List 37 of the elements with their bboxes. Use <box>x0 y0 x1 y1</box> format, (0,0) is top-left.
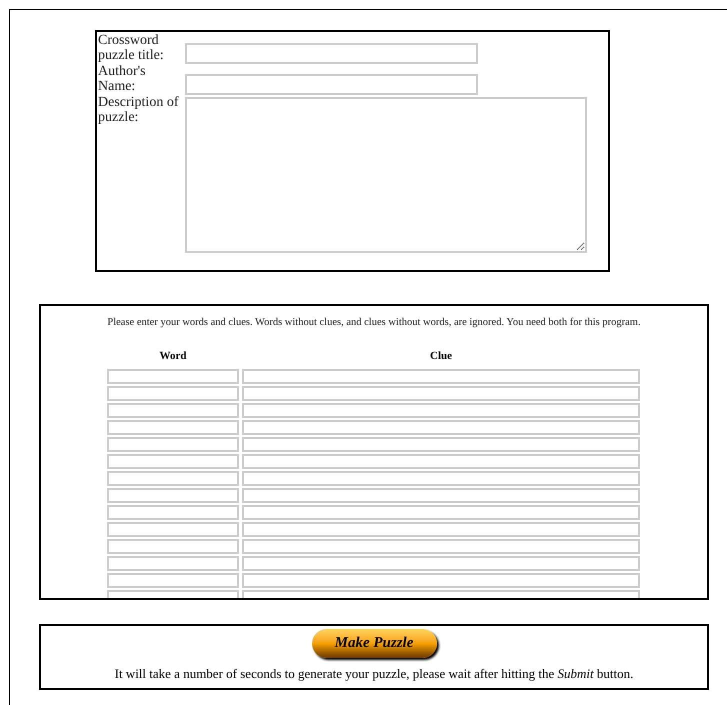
word-field[interactable] <box>107 522 239 537</box>
word-field[interactable] <box>107 436 239 452</box>
field-label: Crossword puzzle title: <box>98 33 165 63</box>
clue-field[interactable] <box>242 386 640 401</box>
word-field[interactable] <box>107 386 239 401</box>
description-field[interactable] <box>185 97 587 253</box>
clue-field[interactable] <box>242 538 640 554</box>
field-label: Author's Name: <box>98 64 147 94</box>
word-field[interactable] <box>107 420 239 435</box>
clue-field[interactable] <box>242 522 640 537</box>
text-field[interactable] <box>185 74 478 95</box>
clue-field[interactable] <box>242 556 640 571</box>
text-field[interactable] <box>185 43 478 64</box>
clue-field[interactable] <box>242 572 640 588</box>
clue-field[interactable] <box>242 436 640 452</box>
word-field[interactable] <box>107 454 239 469</box>
clue-field[interactable] <box>242 402 640 418</box>
wait-note: It will take a number of seconds to generate your puzzle, please wait after hitting the Submit button. <box>114 665 634 683</box>
word-field[interactable] <box>107 572 239 588</box>
word-field[interactable] <box>107 470 239 486</box>
word-field[interactable] <box>107 556 239 571</box>
column-header: Word <box>160 350 186 362</box>
word-field[interactable] <box>107 488 239 503</box>
field-label: Description of puzzle: <box>98 95 180 125</box>
clue-field[interactable] <box>242 368 640 384</box>
clue-field[interactable] <box>242 470 640 486</box>
instructions-text: Please enter your words and clues. Words without clues, and clues without words, are ignored. You need both for this program. <box>107 317 641 328</box>
clue-field[interactable] <box>242 488 640 503</box>
word-field[interactable] <box>107 504 239 520</box>
word-field[interactable] <box>107 402 239 418</box>
word-field[interactable] <box>107 368 239 384</box>
clue-field[interactable] <box>242 504 640 520</box>
word-field[interactable] <box>107 538 239 554</box>
column-header: Clue <box>430 350 452 362</box>
make-puzzle-button[interactable]: Make Puzzle <box>312 629 436 658</box>
clue-field[interactable] <box>242 454 640 469</box>
clue-field[interactable] <box>242 420 640 435</box>
